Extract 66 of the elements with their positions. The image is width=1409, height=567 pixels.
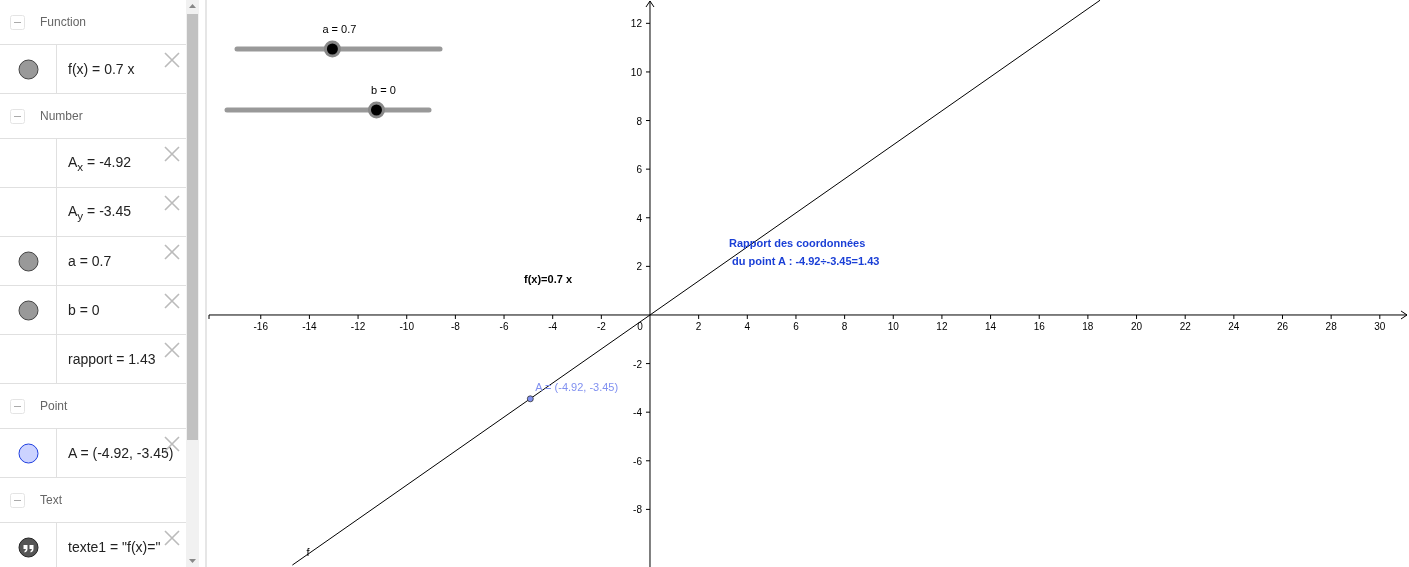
x-tick-label: 2 [695,320,702,332]
collapse-icon[interactable] [10,398,25,414]
x-tick-label: 14 [985,320,997,332]
object-definition[interactable]: f(x) = 0.7 x [68,61,135,77]
x-tick-label: 24 [1228,320,1240,332]
object-definition[interactable]: b = 0 [68,302,100,318]
x-tick-label: 8 [841,320,848,332]
x-tick-label: 16 [1033,320,1045,332]
visibility-toggle-icon[interactable] [17,442,39,464]
x-tick-label: 6 [793,320,799,332]
y-tick-label: -4 [633,407,642,419]
object-definition[interactable]: A = (-4.92, -3.45) [68,445,174,461]
quote-icon[interactable] [17,536,39,558]
x-tick-label: -12 [350,320,366,332]
x-tick-label: 20 [1130,320,1143,332]
slider[interactable] [224,101,432,119]
scrollbar-thumb[interactable] [187,14,198,440]
visibility-toggle-icon[interactable] [17,299,39,321]
category-label: Text [40,493,62,507]
x-tick-label: -4 [548,320,558,332]
y-tick-label: 4 [636,212,642,224]
slider-thumb[interactable] [368,101,385,119]
y-tick-label: 2 [636,261,642,273]
x-tick-label: 10 [887,320,899,332]
slider-label: b = 0 [371,84,396,96]
x-tick-label: 26 [1276,320,1289,332]
x-tick-label: -8 [450,320,460,332]
y-tick-label: 12 [630,18,642,30]
x-tick-label: 18 [1082,320,1094,332]
y-tick-label: -2 [633,358,642,370]
x-tick-label: 30 [1374,320,1386,332]
x-tick-label: 28 [1325,320,1337,332]
x-tick-label: 12 [936,320,948,332]
object-definition[interactable]: a = 0.7 [68,253,112,269]
object-definition[interactable]: texte1 = "f(x)=" [68,539,161,555]
visibility-toggle-icon[interactable] [17,58,39,80]
x-tick-label: -16 [253,320,268,332]
visibility-toggle-icon[interactable] [17,250,39,272]
graph-text: f(x)=0.7 x [524,273,572,285]
x-tick-label: -10 [399,320,414,332]
x-tick-label: 4 [744,320,751,332]
x-tick-label: 22 [1179,320,1191,332]
scrollbar[interactable] [186,0,199,567]
x-tick-label: -6 [499,320,509,332]
y-tick-label: 10 [630,66,642,78]
category-label: Number [40,109,83,123]
category-label: Function [40,15,87,29]
function-name-label: f [306,546,310,559]
y-tick-label: -8 [633,504,642,516]
y-tick-label: -6 [633,455,642,467]
collapse-icon[interactable] [10,492,25,508]
object-definition[interactable]: A$_{y}$ = -3.45 [68,202,132,222]
x-tick-label: -14 [302,320,317,332]
origin-label: 0 [637,320,643,332]
point[interactable] [526,395,534,403]
collapse-icon[interactable] [10,14,25,30]
object-definition[interactable]: A$_{x}$ = -4.92 [68,153,132,173]
x-tick-label: -2 [596,320,606,332]
category-label: Point [40,399,68,413]
slider-thumb[interactable] [323,40,341,58]
slider[interactable] [234,40,443,58]
slider-label: a = 0.7 [322,23,357,35]
y-tick-label: 6 [636,164,642,176]
collapse-icon[interactable] [10,108,25,124]
y-tick-label: 8 [636,115,642,127]
object-definition[interactable]: rapport = 1.43 [68,351,156,367]
